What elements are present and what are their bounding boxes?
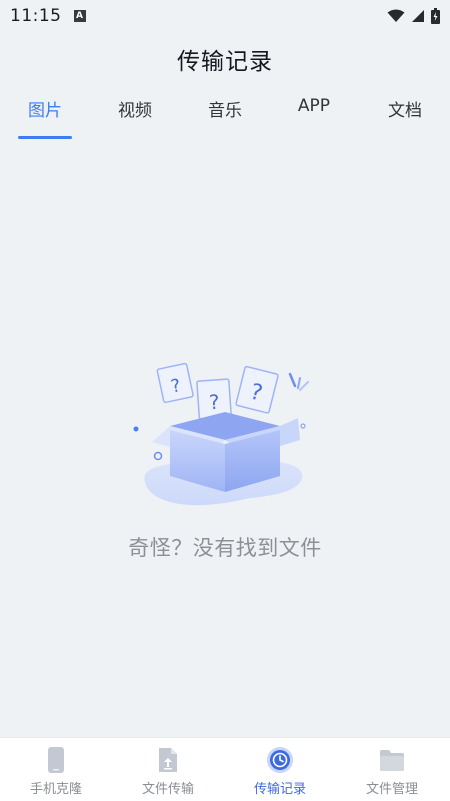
page-title: 传输记录 xyxy=(177,49,273,75)
status-bar: 11:15 A xyxy=(0,0,450,32)
tab-bar: 图片 视频 音乐 APP 文档 xyxy=(0,96,450,144)
file-upload-icon xyxy=(159,748,177,772)
nav-label-file-transfer: 文件传输 xyxy=(141,782,194,797)
nav-label-phone-clone: 手机克隆 xyxy=(29,782,82,797)
signal-icon xyxy=(412,10,424,22)
nav-transfer-history[interactable]: 传输记录 xyxy=(224,738,336,801)
active-tab-indicator xyxy=(18,136,72,139)
bottom-nav: 手机克隆 文件传输 传输记录 文件管理 xyxy=(0,737,450,801)
wifi-icon xyxy=(387,9,405,22)
empty-box-illustration: ? ? ? xyxy=(133,362,309,506)
battery-icon xyxy=(431,8,440,24)
phone-icon xyxy=(48,747,64,773)
nav-file-transfer[interactable]: 文件传输 xyxy=(112,738,224,801)
svg-text:?: ? xyxy=(208,390,220,415)
nav-file-manager[interactable]: 文件管理 xyxy=(336,738,448,801)
tab-images[interactable]: 图片 xyxy=(18,96,72,128)
nav-label-transfer-history: 传输记录 xyxy=(253,782,306,797)
nav-phone-clone[interactable]: 手机克隆 xyxy=(0,738,112,801)
nav-label-file-manager: 文件管理 xyxy=(365,782,418,797)
empty-state-message: 奇怪？没有找到文件 xyxy=(128,536,322,560)
notification-icon: A xyxy=(73,10,86,22)
clock-icon xyxy=(267,747,293,773)
tab-documents[interactable]: 文档 xyxy=(378,96,432,128)
status-icons xyxy=(387,8,440,24)
tab-videos[interactable]: 视频 xyxy=(108,96,162,128)
tab-app[interactable]: APP xyxy=(284,96,344,128)
tab-music[interactable]: 音乐 xyxy=(198,96,252,128)
status-time: 11:15 xyxy=(10,6,62,26)
folder-icon xyxy=(380,750,404,771)
